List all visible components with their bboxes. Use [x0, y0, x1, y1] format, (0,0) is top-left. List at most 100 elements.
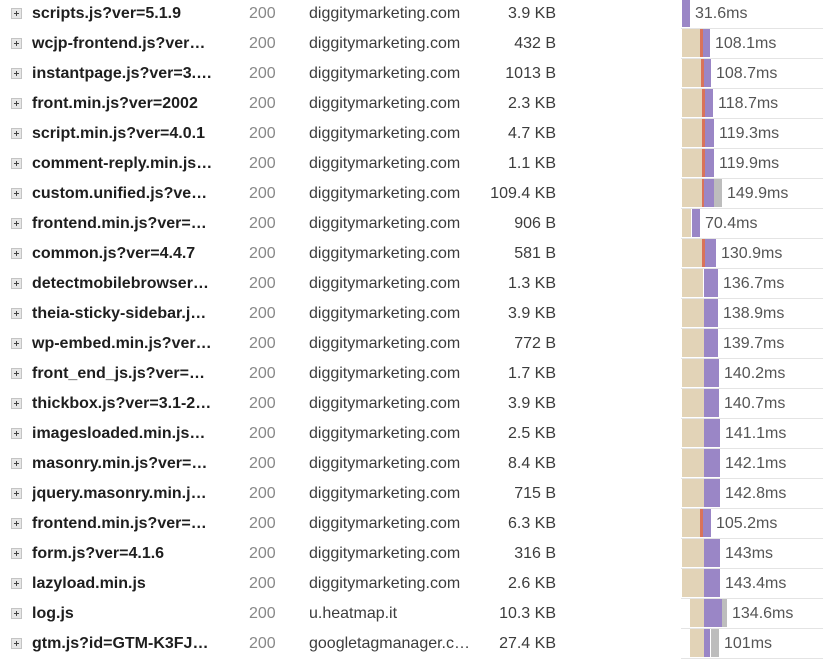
waterfall-blocked-segment [682, 89, 702, 117]
request-duration: 70.4ms [705, 215, 758, 232]
waterfall-wait-segment [705, 239, 716, 267]
request-row[interactable]: masonry.min.js?ver=… 200 diggitymarketing.… [0, 449, 823, 479]
request-row[interactable]: scripts.js?ver=5.1.9 200 diggitymarketing.… [0, 0, 823, 29]
waterfall-wait-segment [704, 539, 720, 567]
waterfall-bar: 31.6ms [0, 0, 823, 29]
waterfall-blocked-segment [682, 539, 704, 567]
waterfall-bar: 108.7ms [0, 59, 823, 89]
waterfall-wait-segment [704, 179, 714, 207]
waterfall-bar: 142.1ms [0, 449, 823, 479]
request-row[interactable]: comment-reply.min.js… 200 diggitymarketing… [0, 149, 823, 179]
request-duration: 141.1ms [725, 425, 787, 442]
request-row[interactable]: script.min.js?ver=4.0.1 200 diggitymarketi… [0, 119, 823, 149]
request-row[interactable]: frontend.min.js?ver=… 200 diggitymarketing… [0, 509, 823, 539]
waterfall-blocked-segment [682, 359, 704, 387]
waterfall-bar: 118.7ms [0, 89, 823, 119]
waterfall-wait-segment [704, 299, 718, 327]
request-duration: 108.7ms [716, 65, 778, 82]
waterfall-bar: 141.1ms [0, 419, 823, 449]
waterfall-wait-segment [704, 569, 720, 597]
waterfall-bar: 130.9ms [0, 239, 823, 269]
waterfall-bar: 140.2ms [0, 359, 823, 389]
request-row[interactable]: instantpage.js?ver=3.… 200 diggitymarketin… [0, 59, 823, 89]
network-request-table: scripts.js?ver=5.1.9 200 diggitymarketing.… [0, 0, 823, 659]
waterfall-blocked-segment [682, 179, 702, 207]
waterfall-bar: 119.3ms [0, 119, 823, 149]
waterfall-bar: 134.6ms [0, 599, 823, 629]
waterfall-blocked-segment [682, 479, 704, 507]
request-row[interactable]: thickbox.js?ver=3.1-2… 200 diggitymarketin… [0, 389, 823, 419]
waterfall-wait-segment [704, 419, 720, 447]
request-row[interactable]: jquery.masonry.min.j… 200 diggitymarketing… [0, 479, 823, 509]
request-row[interactable]: frontend.min.js?ver=… 200 diggitymarketing… [0, 209, 823, 239]
waterfall-bar: 108.1ms [0, 29, 823, 59]
waterfall-bar: 101ms [0, 629, 823, 659]
waterfall-wait-segment [692, 209, 700, 237]
request-duration: 105.2ms [716, 515, 778, 532]
waterfall-blocked-segment [682, 569, 704, 597]
waterfall-bar: 143.4ms [0, 569, 823, 599]
request-row[interactable]: custom.unified.js?ve… 200 diggitymarketing… [0, 179, 823, 209]
waterfall-bar: 139.7ms [0, 329, 823, 359]
request-duration: 142.8ms [725, 485, 787, 502]
request-duration: 31.6ms [695, 5, 748, 22]
request-row[interactable]: front_end_js.js?ver=… 200 diggitymarketing… [0, 359, 823, 389]
waterfall-blocked-segment [682, 449, 704, 477]
request-duration: 118.7ms [718, 95, 779, 112]
waterfall-blocked-segment [682, 209, 691, 237]
request-row[interactable]: theia-sticky-sidebar.j… 200 diggitymarketi… [0, 299, 823, 329]
request-duration: 138.9ms [723, 305, 785, 322]
waterfall-bar: 70.4ms [0, 209, 823, 239]
waterfall-bar: 143ms [0, 539, 823, 569]
waterfall-wait-segment [705, 149, 714, 177]
waterfall-bar: 140.7ms [0, 389, 823, 419]
request-row[interactable]: imagesloaded.min.js… 200 diggitymarketing.… [0, 419, 823, 449]
waterfall-blocked-segment [682, 419, 704, 447]
waterfall-wait-segment [704, 479, 720, 507]
waterfall-blocked-segment [682, 119, 702, 147]
waterfall-wait-segment [703, 509, 711, 537]
request-duration: 140.7ms [724, 395, 786, 412]
waterfall-blocked-segment [682, 509, 700, 537]
waterfall-receive-segment [722, 599, 727, 627]
request-row[interactable]: front.min.js?ver=2002 200 diggitymarketing… [0, 89, 823, 119]
request-duration: 136.7ms [723, 275, 785, 292]
waterfall-bar: 138.9ms [0, 299, 823, 329]
request-duration: 149.9ms [727, 185, 789, 202]
waterfall-bar: 105.2ms [0, 509, 823, 539]
request-duration: 143.4ms [725, 575, 787, 592]
waterfall-bar: 119.9ms [0, 149, 823, 179]
waterfall-wait-segment [705, 119, 714, 147]
waterfall-wait-segment [705, 89, 713, 117]
request-row[interactable]: form.js?ver=4.1.6 200 diggitymarketing.com… [0, 539, 823, 569]
waterfall-wait-segment [704, 269, 718, 297]
waterfall-wait-segment [704, 599, 722, 627]
waterfall-blocked-segment [682, 389, 704, 417]
waterfall-wait-segment [704, 359, 719, 387]
request-duration: 101ms [724, 635, 773, 652]
request-duration: 130.9ms [721, 245, 783, 262]
request-row[interactable]: wcjp-frontend.js?ver… 200 diggitymarketing… [0, 29, 823, 59]
request-row[interactable]: common.js?ver=4.4.7 200 diggitymarketing.c… [0, 239, 823, 269]
waterfall-bar: 149.9ms [0, 179, 823, 209]
waterfall-blocked-segment [682, 299, 704, 327]
request-duration: 142.1ms [725, 455, 787, 472]
waterfall-blocked-segment [682, 29, 700, 57]
request-row[interactable]: log.js 200 u.heatmap.it 10.3 KB 134.6ms [0, 599, 823, 629]
waterfall-blocked-segment [682, 149, 702, 177]
request-duration: 119.9ms [719, 155, 780, 172]
waterfall-wait-segment [704, 449, 720, 477]
waterfall-blocked-segment [682, 269, 703, 297]
waterfall-wait-segment [703, 29, 710, 57]
request-duration: 140.2ms [724, 365, 786, 382]
waterfall-blocked-segment [682, 329, 704, 357]
waterfall-blocked-segment [682, 239, 702, 267]
request-duration: 134.6ms [732, 605, 794, 622]
waterfall-bar: 136.7ms [0, 269, 823, 299]
request-row[interactable]: wp-embed.min.js?ver… 200 diggitymarketing.… [0, 329, 823, 359]
request-row[interactable]: gtm.js?id=GTM-K3FJ… 200 googletagmanager.c… [0, 629, 823, 659]
request-row[interactable]: detectmobilebrowser… 200 diggitymarketing.… [0, 269, 823, 299]
request-row[interactable]: lazyload.min.js 200 diggitymarketing.com 2.… [0, 569, 823, 599]
waterfall-wait-segment [704, 329, 718, 357]
request-duration: 119.3ms [719, 125, 780, 142]
